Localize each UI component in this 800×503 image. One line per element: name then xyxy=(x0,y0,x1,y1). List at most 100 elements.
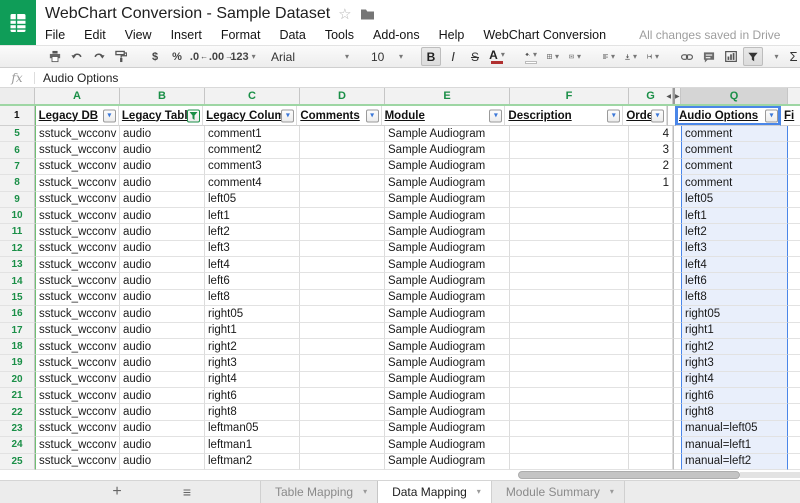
cell-legacy-db[interactable]: sstuck_wcconv xyxy=(35,175,120,191)
cell-legacy-table[interactable]: audio xyxy=(120,241,205,257)
row-number[interactable]: 21 xyxy=(0,388,35,404)
cell-legacy-table[interactable]: audio xyxy=(120,372,205,388)
cell-audio-options[interactable]: left1 xyxy=(681,208,788,224)
vertical-align-button[interactable]: ▾ xyxy=(621,47,641,66)
cell-legacy-db[interactable]: sstuck_wcconv xyxy=(35,273,120,289)
column-header-q[interactable]: Q xyxy=(681,88,788,104)
cell-next-column[interactable] xyxy=(788,355,800,371)
strikethrough-button[interactable]: S xyxy=(465,47,485,66)
folder-icon[interactable] xyxy=(360,8,375,20)
cell-order[interactable] xyxy=(629,290,673,306)
cell-description[interactable] xyxy=(510,126,629,142)
decrease-decimals-button[interactable]: .0← xyxy=(189,47,209,66)
cell-module[interactable]: Sample Audiogram xyxy=(385,404,510,420)
select-all-corner[interactable] xyxy=(0,88,35,104)
cell-legacy-db[interactable]: sstuck_wcconv xyxy=(35,241,120,257)
cell-order[interactable] xyxy=(629,339,673,355)
cell-legacy-table[interactable]: audio xyxy=(120,208,205,224)
all-sheets-button[interactable]: ≡ xyxy=(176,485,198,499)
cell-module[interactable]: Sample Audiogram xyxy=(385,437,510,453)
cell-audio-options[interactable]: right4 xyxy=(681,372,788,388)
cell-legacy-column[interactable]: left6 xyxy=(205,273,300,289)
cell-comments[interactable] xyxy=(300,175,385,191)
cell-next-column[interactable] xyxy=(788,437,800,453)
cell-audio-options[interactable]: right3 xyxy=(681,355,788,371)
cell-next-column[interactable] xyxy=(788,273,800,289)
filter-dropdown-button[interactable]: ▾ xyxy=(103,109,116,122)
row-number[interactable]: 23 xyxy=(0,421,35,437)
column-header-d[interactable]: D xyxy=(300,88,385,104)
cell-order[interactable] xyxy=(629,372,673,388)
document-title[interactable]: WebChart Conversion - Sample Dataset xyxy=(45,5,330,23)
row-number[interactable]: 16 xyxy=(0,306,35,322)
cell-module[interactable]: Sample Audiogram xyxy=(385,159,510,175)
row-number[interactable]: 6 xyxy=(0,142,35,158)
cell-description[interactable] xyxy=(510,404,629,420)
sheet-tab-menu-caret[interactable]: ▾ xyxy=(363,487,367,496)
column-header-next[interactable] xyxy=(788,88,800,104)
cell-next-column[interactable] xyxy=(788,257,800,273)
row-number[interactable]: 17 xyxy=(0,323,35,339)
cell-audio-options[interactable]: comment xyxy=(681,142,788,158)
cell-legacy-table[interactable]: audio xyxy=(120,126,205,142)
text-color-button[interactable]: A▾ xyxy=(487,47,507,66)
cell-module[interactable]: Sample Audiogram xyxy=(385,454,510,470)
cell-legacy-table[interactable]: audio xyxy=(120,290,205,306)
cell-comments[interactable] xyxy=(300,192,385,208)
menu-format[interactable]: Format xyxy=(221,28,261,42)
header-legacy-column[interactable]: Legacy Column ▾ xyxy=(203,106,297,126)
cell-order[interactable] xyxy=(629,355,673,371)
cell-next-column[interactable] xyxy=(788,404,800,420)
cell-description[interactable] xyxy=(510,437,629,453)
cell-legacy-table[interactable]: audio xyxy=(120,159,205,175)
increase-decimals-button[interactable]: .00→ xyxy=(211,47,231,66)
row-number[interactable]: 25 xyxy=(0,454,35,470)
cell-module[interactable]: Sample Audiogram xyxy=(385,290,510,306)
cell-legacy-column[interactable]: left2 xyxy=(205,224,300,240)
star-icon[interactable]: ☆ xyxy=(338,7,351,22)
cell-legacy-table[interactable]: audio xyxy=(120,273,205,289)
cell-legacy-column[interactable]: leftman05 xyxy=(205,421,300,437)
row-number[interactable]: 22 xyxy=(0,404,35,420)
cell-description[interactable] xyxy=(510,257,629,273)
row-number[interactable]: 12 xyxy=(0,241,35,257)
cell-audio-options[interactable]: comment xyxy=(681,175,788,191)
sheets-logo-icon[interactable] xyxy=(0,0,36,45)
cell-next-column[interactable] xyxy=(788,339,800,355)
cell-description[interactable] xyxy=(510,159,629,175)
cell-comments[interactable] xyxy=(300,454,385,470)
print-button[interactable] xyxy=(45,47,65,66)
cell-module[interactable]: Sample Audiogram xyxy=(385,306,510,322)
cell-order[interactable]: 1 xyxy=(629,175,673,191)
row-number[interactable]: 18 xyxy=(0,339,35,355)
cell-order[interactable] xyxy=(629,208,673,224)
row-number[interactable]: 20 xyxy=(0,372,35,388)
cell-module[interactable]: Sample Audiogram xyxy=(385,142,510,158)
cell-comments[interactable] xyxy=(300,323,385,339)
cell-order[interactable] xyxy=(629,273,673,289)
cell-module[interactable]: Sample Audiogram xyxy=(385,273,510,289)
cell-legacy-db[interactable]: sstuck_wcconv xyxy=(35,126,120,142)
cell-description[interactable] xyxy=(510,192,629,208)
cell-order[interactable] xyxy=(629,241,673,257)
cell-description[interactable] xyxy=(510,273,629,289)
cell-legacy-table[interactable]: audio xyxy=(120,388,205,404)
cell-audio-options[interactable]: comment xyxy=(681,159,788,175)
row-number[interactable]: 1 xyxy=(0,106,35,126)
cell-order[interactable] xyxy=(629,224,673,240)
functions-button[interactable]: Σ▾ xyxy=(787,47,800,66)
filter-dropdown-button[interactable]: ▾ xyxy=(607,109,620,122)
undo-icon[interactable] xyxy=(67,47,87,66)
cell-description[interactable] xyxy=(510,454,629,470)
menu-edit[interactable]: Edit xyxy=(84,28,106,42)
cell-module[interactable]: Sample Audiogram xyxy=(385,224,510,240)
cell-audio-options[interactable]: left2 xyxy=(681,224,788,240)
cell-comments[interactable] xyxy=(300,208,385,224)
cell-legacy-table[interactable]: audio xyxy=(120,454,205,470)
header-order[interactable]: Order ▾ xyxy=(623,106,667,126)
font-size-select[interactable]: 10▾ xyxy=(367,47,407,66)
cell-next-column[interactable] xyxy=(788,159,800,175)
horizontal-scrollbar-track[interactable] xyxy=(740,472,800,478)
cell-legacy-db[interactable]: sstuck_wcconv xyxy=(35,323,120,339)
cell-audio-options[interactable]: left6 xyxy=(681,273,788,289)
